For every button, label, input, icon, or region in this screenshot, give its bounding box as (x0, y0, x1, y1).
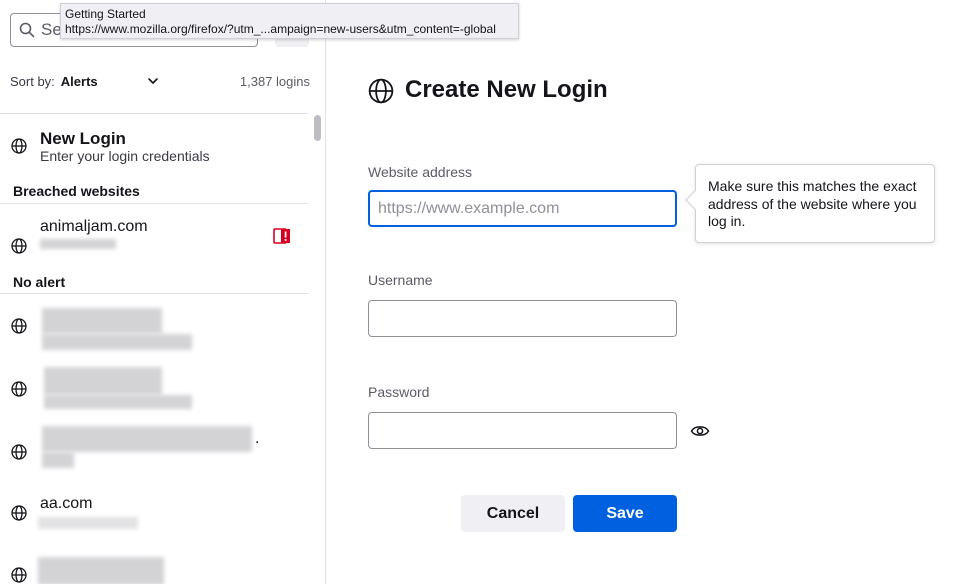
globe-icon (11, 444, 27, 460)
login-site: aa.com (40, 495, 93, 512)
search-icon (19, 22, 35, 38)
login-item[interactable] (0, 542, 308, 584)
blurred-site (44, 367, 162, 395)
login-item[interactable]: aa.com (0, 480, 308, 542)
website-label: Website address (368, 164, 473, 180)
sidebar: Getting Started https://www.mozilla.org/… (0, 0, 519, 584)
login-count: 1,387 logins (239, 73, 310, 89)
login-site: animaljam.com (40, 218, 148, 235)
username-input[interactable] (368, 300, 677, 337)
sort-select[interactable]: Alerts (61, 74, 98, 89)
chevron-down-icon[interactable] (147, 75, 159, 87)
login-list[interactable]: New Login Enter your login credentials B… (0, 113, 308, 584)
page-title: Create New Login (405, 76, 608, 103)
login-item[interactable]: animaljam.com (0, 204, 308, 274)
sort-label: Sort by: (10, 73, 55, 89)
tooltip-url: https://www.mozilla.org/firefox/?utm_...… (65, 22, 496, 36)
blurred-username (40, 239, 116, 249)
blurred-username (38, 517, 138, 529)
globe-icon (368, 78, 394, 104)
sort-bar: Sort by: Alerts 1,387 logins (10, 71, 310, 91)
breach-alert-icon (273, 228, 290, 244)
globe-icon (11, 238, 27, 254)
blurred-site (38, 557, 164, 584)
tooltip-title: Getting Started (65, 7, 146, 21)
website-hint-tooltip: Make sure this matches the exact address… (685, 164, 935, 243)
password-label: Password (368, 384, 430, 400)
hint-text: Make sure this matches the exact address… (708, 178, 917, 229)
eye-icon[interactable] (690, 422, 710, 440)
password-input[interactable] (368, 412, 677, 449)
blurred-username (44, 395, 192, 409)
login-item[interactable]: . (0, 418, 308, 480)
save-button[interactable]: Save (573, 495, 677, 532)
blurred-username (42, 334, 192, 350)
globe-icon (11, 505, 27, 521)
new-login-subtitle: Enter your login credentials (40, 148, 210, 164)
globe-icon (11, 567, 27, 583)
blurred-site (42, 308, 162, 334)
new-login-item[interactable]: New Login Enter your login credentials (0, 114, 308, 170)
trailing-dot: . (255, 430, 260, 447)
login-item[interactable] (0, 294, 308, 356)
blurred-site (42, 426, 252, 452)
globe-icon (11, 318, 27, 334)
blurred-username (42, 452, 74, 468)
hint-arrow (685, 190, 705, 210)
tab-tooltip: Getting Started https://www.mozilla.org/… (60, 3, 519, 39)
new-login-title: New Login (40, 129, 126, 148)
login-editor: Create New Login Website address Make su… (327, 0, 970, 584)
scrollbar-thumb[interactable] (314, 115, 321, 141)
cancel-button[interactable]: Cancel (461, 495, 565, 532)
globe-icon (11, 138, 27, 154)
username-label: Username (368, 272, 433, 288)
section-header-no-alert: No alert (13, 274, 66, 290)
login-item[interactable] (0, 356, 308, 418)
section-header-breached: Breached websites (13, 183, 140, 199)
globe-icon (11, 381, 27, 397)
website-input[interactable] (368, 190, 677, 227)
